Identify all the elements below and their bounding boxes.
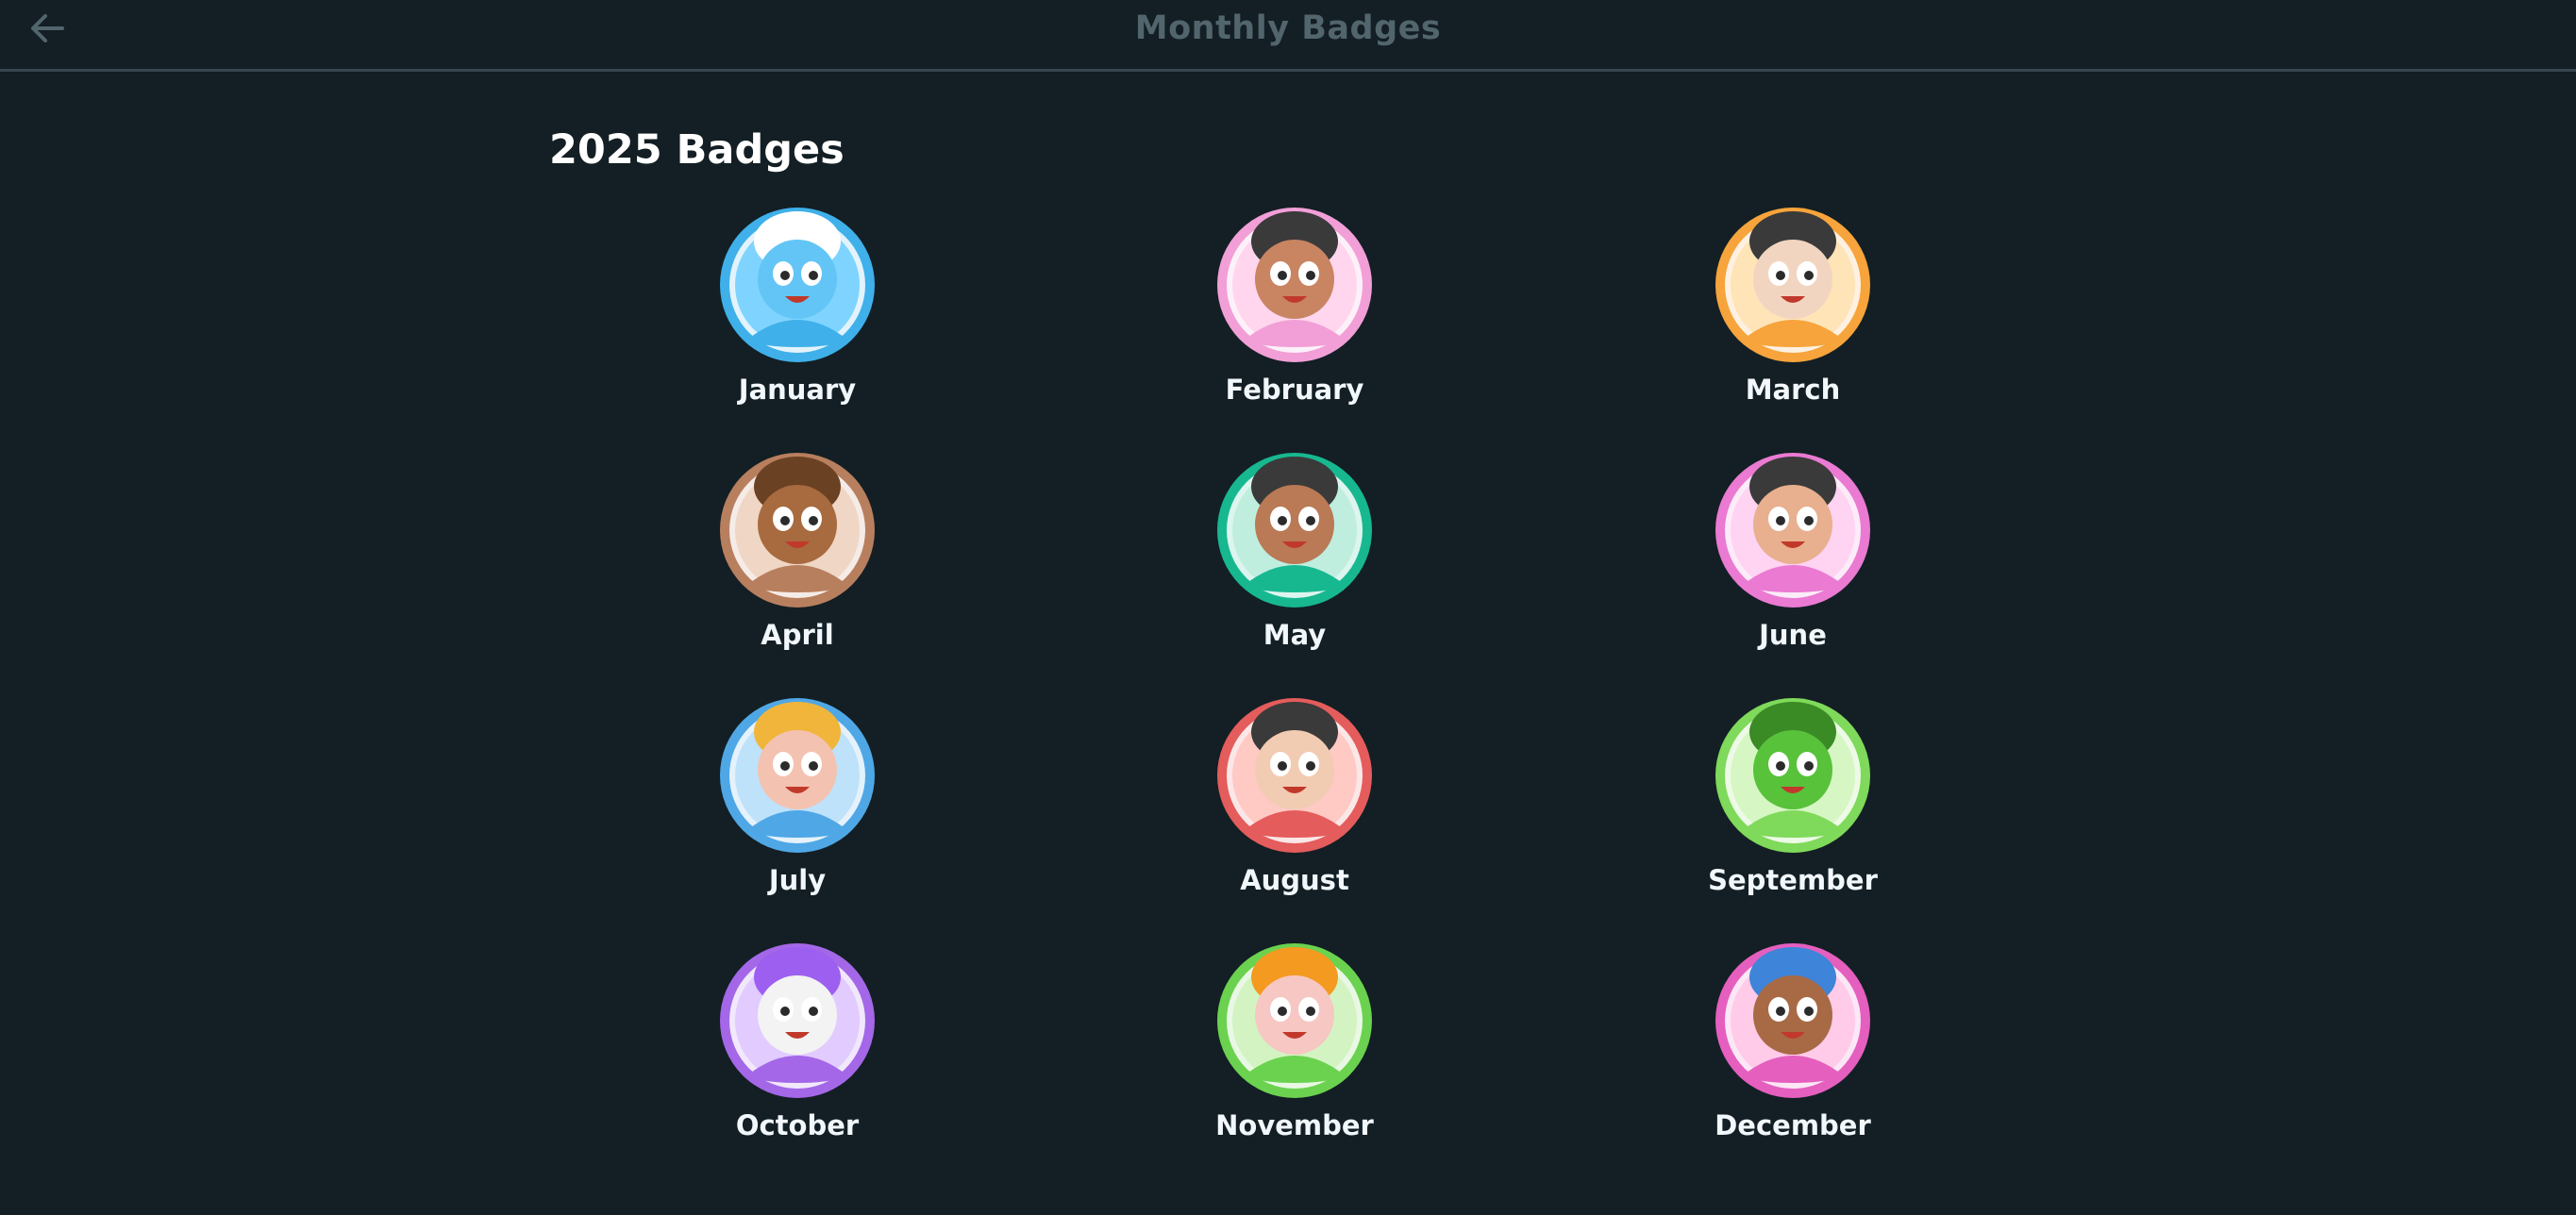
badge-label: August — [1240, 864, 1349, 896]
section-title: 2025 Badges — [549, 126, 845, 174]
badge-label: April — [761, 619, 834, 651]
rose-dancer-icon — [1217, 208, 1372, 362]
badge-medal — [1216, 934, 1373, 1102]
badge-label: November — [1215, 1109, 1374, 1141]
badge-label: January — [738, 374, 857, 406]
badge-july[interactable]: July — [656, 689, 939, 915]
badge-october[interactable]: October — [656, 934, 939, 1160]
badge-label: March — [1745, 374, 1841, 406]
sunglasses-agent-icon — [1715, 208, 1870, 362]
badge-label: October — [735, 1109, 860, 1141]
skull-wizard-icon — [720, 943, 875, 1098]
badge-label: May — [1263, 619, 1327, 651]
badge-medal — [719, 934, 876, 1102]
badge-august[interactable]: August — [1153, 689, 1436, 915]
badge-june[interactable]: June — [1651, 443, 1934, 670]
badge-february[interactable]: February — [1153, 198, 1436, 424]
badge-january[interactable]: January — [656, 198, 939, 424]
flower-girl-icon — [1217, 453, 1372, 608]
party-bear-icon — [720, 453, 875, 608]
badge-april[interactable]: April — [656, 443, 939, 670]
badge-medal — [719, 443, 876, 611]
glasses-owl-icon — [1715, 698, 1870, 853]
badge-medal — [1715, 689, 1871, 857]
badge-december[interactable]: December — [1651, 934, 1934, 1160]
badge-medal — [1715, 198, 1871, 366]
pilgrim-kid-icon — [1217, 943, 1372, 1098]
badge-medal — [1216, 198, 1373, 366]
scooter-rider-icon — [1217, 698, 1372, 853]
badge-may[interactable]: May — [1153, 443, 1436, 670]
badge-medal — [1216, 689, 1373, 857]
badge-november[interactable]: November — [1153, 934, 1436, 1160]
badge-label: June — [1759, 619, 1827, 651]
badge-label: February — [1225, 374, 1364, 406]
badge-medal — [1715, 443, 1871, 611]
badge-medal — [1715, 934, 1871, 1102]
badge-medal — [1216, 443, 1373, 611]
blue-owl-icon — [720, 208, 875, 362]
badge-label: July — [768, 864, 827, 896]
singer-icon — [1715, 943, 1870, 1098]
badge-march[interactable]: March — [1651, 198, 1934, 424]
badge-medal — [719, 689, 876, 857]
page-title: Monthly Badges — [1134, 9, 1442, 47]
badge-label: December — [1715, 1109, 1871, 1141]
popcorn-kid-icon — [1715, 453, 1870, 608]
badge-label: September — [1708, 864, 1878, 896]
badge-medal — [719, 198, 876, 366]
headband-flexer-icon — [720, 698, 875, 853]
badge-september[interactable]: September — [1651, 689, 1934, 915]
top-bar: Monthly Badges — [0, 0, 2576, 72]
